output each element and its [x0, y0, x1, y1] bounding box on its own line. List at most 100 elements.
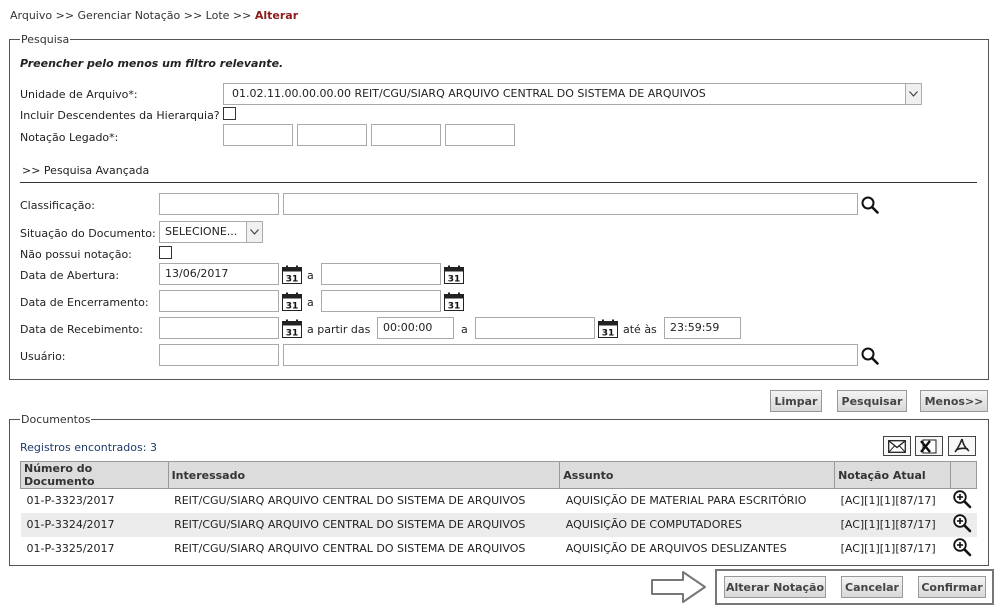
- hora-inicio-value: 00:00:00: [383, 321, 433, 334]
- search-legend: Pesquisa: [21, 33, 70, 46]
- search-icon[interactable]: [860, 195, 880, 215]
- pesquisar-button[interactable]: Pesquisar: [837, 390, 907, 412]
- usuario-login-input[interactable]: [159, 344, 279, 366]
- envelope-icon[interactable]: [883, 436, 911, 456]
- cell-notacao: [AC][1][1][87/17]: [834, 512, 951, 537]
- col-assunto[interactable]: Assunto: [559, 461, 836, 489]
- situacao-select-value: SELECIONE...: [165, 225, 238, 238]
- notacao-field-4[interactable]: [445, 124, 515, 146]
- cell-interessado: REIT/CGU/SIARQ ARQUIVO CENTRAL DO SISTEM…: [174, 542, 526, 555]
- abertura-start-input[interactable]: 13/06/2017: [159, 263, 279, 285]
- calendar-icon[interactable]: 31: [598, 319, 618, 339]
- breadcrumb: Arquivo >> Gerenciar Notação >> Lote >> …: [10, 9, 298, 22]
- limpar-button[interactable]: Limpar: [770, 390, 822, 412]
- cell-assunto: AQUISIÇÃO DE ARQUIVOS DESLIZANTES: [565, 542, 787, 555]
- svg-text:31: 31: [286, 302, 299, 312]
- hora-inicio-input[interactable]: 00:00:00: [377, 317, 454, 339]
- zoom-in-icon[interactable]: [950, 512, 977, 537]
- calendar-icon[interactable]: 31: [282, 319, 302, 339]
- svg-text:31: 31: [602, 329, 615, 339]
- ate-label: até às: [623, 323, 657, 336]
- col-numero[interactable]: Número do Documento: [20, 461, 169, 489]
- recebimento-start-input[interactable]: [159, 317, 279, 339]
- cell-numero: 01-P-3323/2017: [26, 494, 115, 508]
- svg-text:31: 31: [286, 275, 299, 285]
- cell-assunto: AQUISIÇÃO DE MATERIAL PARA ESCRITÓRIO: [565, 494, 807, 508]
- table-row: 01-P-3325/2017 REIT/CGU/SIARQ ARQUIVO CE…: [21, 537, 977, 561]
- usuario-label: Usuário:: [20, 350, 66, 363]
- classificacao-code-input[interactable]: [159, 193, 279, 215]
- breadcrumb-path[interactable]: Arquivo >> Gerenciar Notação >> Lote >>: [10, 9, 255, 22]
- zoom-in-icon[interactable]: [950, 489, 976, 513]
- records-count: Registros encontrados: 3: [20, 441, 157, 454]
- hora-fim-value: 23:59:59: [670, 321, 720, 334]
- cell-assunto: AQUISIÇÃO DE COMPUTADORES: [559, 512, 835, 537]
- recebimento-end-input[interactable]: [475, 317, 595, 339]
- classificacao-label: Classificação:: [20, 199, 95, 212]
- classificacao-desc-input[interactable]: [283, 193, 858, 215]
- table-row: 01-P-3323/2017 REIT/CGU/SIARQ ARQUIVO CE…: [21, 489, 977, 513]
- unit-select-value: 01.02.11.00.00.00.00 REIT/CGU/SIARQ ARQU…: [232, 87, 706, 100]
- recebimento-label: Data de Recebimento:: [20, 323, 143, 336]
- menos-button[interactable]: Menos>>: [920, 390, 988, 412]
- col-actions: [949, 461, 978, 489]
- alterar-notacao-button[interactable]: Alterar Notação: [724, 576, 826, 598]
- cell-numero: 01-P-3324/2017: [20, 512, 169, 537]
- breadcrumb-current: Alterar: [254, 9, 299, 22]
- cell-notacao: [AC][1][1][87/17]: [840, 494, 936, 508]
- notacao-field-1[interactable]: [223, 124, 293, 146]
- table-header-row: Número do Documento Interessado Assunto …: [20, 461, 978, 489]
- notacao-label: Notação Legado*:: [20, 131, 119, 144]
- cell-notacao: [AC][1][1][87/17]: [840, 542, 936, 555]
- arrow-right-icon: [651, 570, 707, 604]
- svg-text:31: 31: [448, 275, 461, 285]
- advanced-search-toggle[interactable]: >> Pesquisa Avançada: [22, 164, 149, 177]
- cell-interessado: REIT/CGU/SIARQ ARQUIVO CENTRAL DO SISTEM…: [168, 512, 560, 537]
- pdf-icon[interactable]: [948, 436, 976, 456]
- excel-icon[interactable]: [915, 436, 943, 456]
- hora-fim-input[interactable]: 23:59:59: [664, 317, 741, 339]
- encerramento-end-input[interactable]: [321, 290, 441, 312]
- cell-numero: 01-P-3325/2017: [26, 542, 115, 555]
- search-hint: Preencher pelo menos um filtro relevante…: [20, 57, 284, 70]
- unit-select[interactable]: 01.02.11.00.00.00.00 REIT/CGU/SIARQ ARQU…: [223, 83, 922, 105]
- include-desc-label: Incluir Descendentes da Hierarquia?: [20, 109, 220, 122]
- calendar-icon[interactable]: 31: [282, 265, 302, 285]
- chevron-down-icon[interactable]: [905, 84, 921, 104]
- abertura-a-label: a: [307, 269, 314, 282]
- a-partir-label: a partir das: [307, 323, 371, 336]
- notacao-field-2[interactable]: [297, 124, 367, 146]
- unit-label: Unidade de Arquivo*:: [20, 88, 138, 101]
- usuario-name-input[interactable]: [283, 344, 858, 366]
- calendar-icon[interactable]: 31: [282, 292, 302, 312]
- zoom-in-icon[interactable]: [950, 537, 976, 561]
- sem-notacao-checkbox[interactable]: [159, 246, 172, 259]
- include-desc-checkbox[interactable]: [223, 107, 236, 120]
- abertura-end-input[interactable]: [321, 263, 441, 285]
- documents-table: Número do Documento Interessado Assunto …: [20, 461, 978, 561]
- sem-notacao-label: Não possui notação:: [20, 248, 132, 261]
- search-icon[interactable]: [860, 346, 880, 366]
- col-notacao[interactable]: Notação Atual: [834, 461, 951, 489]
- table-row: 01-P-3324/2017 REIT/CGU/SIARQ ARQUIVO CE…: [20, 512, 977, 537]
- encerramento-label: Data de Encerramento:: [20, 296, 149, 309]
- calendar-icon[interactable]: 31: [444, 265, 464, 285]
- recebimento-a-label: a: [461, 323, 468, 336]
- encerramento-a-label: a: [307, 296, 314, 309]
- svg-text:31: 31: [448, 302, 461, 312]
- col-interessado[interactable]: Interessado: [167, 461, 561, 489]
- cell-interessado: REIT/CGU/SIARQ ARQUIVO CENTRAL DO SISTEM…: [174, 494, 526, 508]
- divider: [20, 182, 977, 183]
- situacao-label: Situação do Documento:: [20, 227, 156, 240]
- abertura-start-value: 13/06/2017: [165, 267, 229, 280]
- abertura-label: Data de Abertura:: [20, 269, 120, 282]
- svg-text:31: 31: [286, 329, 299, 339]
- calendar-icon[interactable]: 31: [444, 292, 464, 312]
- encerramento-start-input[interactable]: [159, 290, 279, 312]
- documents-legend: Documentos: [21, 413, 91, 426]
- chevron-down-icon[interactable]: [246, 222, 262, 242]
- cancelar-button[interactable]: Cancelar: [841, 576, 903, 598]
- notacao-field-3[interactable]: [371, 124, 441, 146]
- situacao-select[interactable]: SELECIONE...: [159, 221, 263, 243]
- confirmar-button[interactable]: Confirmar: [918, 576, 986, 598]
